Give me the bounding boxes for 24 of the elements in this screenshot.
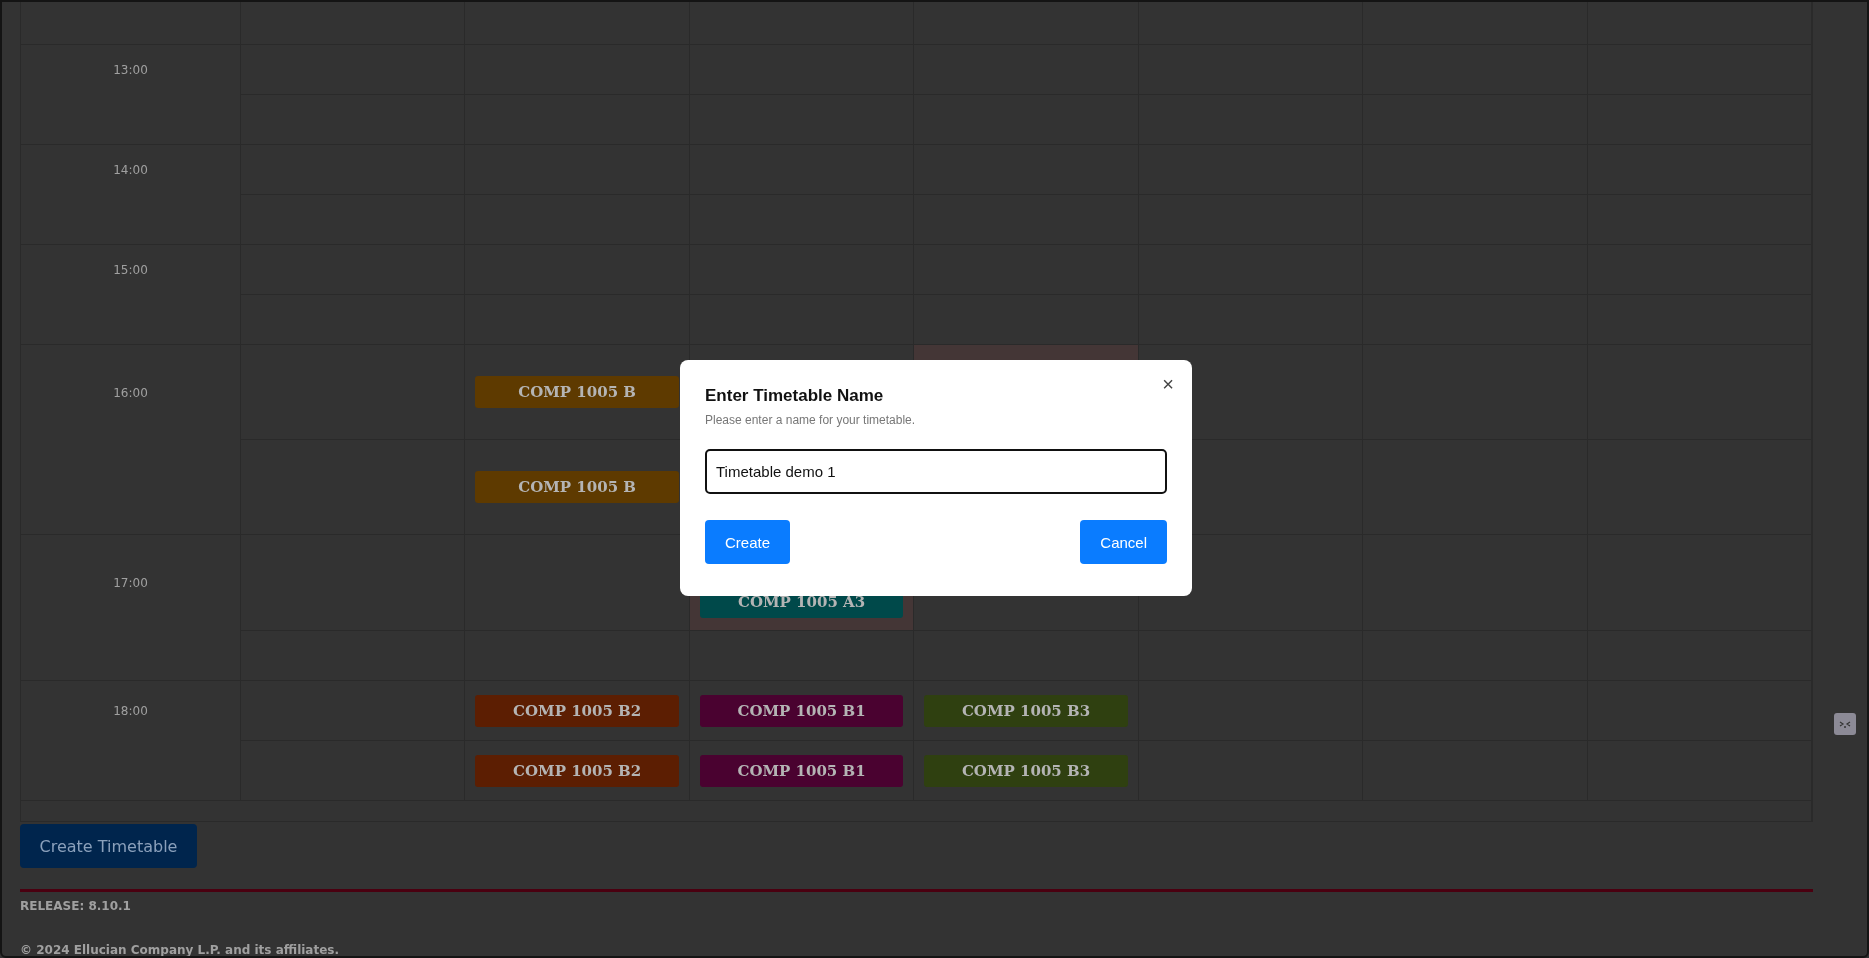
dialog-title: Enter Timetable Name [705, 386, 885, 406]
course-block[interactable]: COMP 1005 B [475, 376, 679, 408]
time-label: 16:00 [113, 385, 148, 400]
time-label: 13:00 [113, 63, 148, 77]
course-block[interactable]: COMP 1005 B3 [924, 694, 1128, 727]
create-timetable-button[interactable]: Create Timetable [20, 824, 197, 868]
timetable-name-field[interactable]: Timetable demo 1 [705, 449, 1167, 494]
course-block[interactable]: COMP 1005 B3 [924, 754, 1128, 787]
create-button[interactable]: Create [705, 520, 791, 564]
course-block[interactable]: COMP 1005 B2 [475, 694, 679, 727]
course-block[interactable]: COMP 1005 B [475, 471, 679, 503]
release-version: RELEASE: 8.10.1 [20, 899, 132, 913]
course-block[interactable]: COMP 1005 B2 [475, 754, 679, 787]
time-label: 17:00 [113, 576, 148, 590]
time-label: 15:00 [113, 263, 148, 277]
time-label: 18:00 [113, 704, 148, 718]
cancel-button[interactable]: Cancel [1080, 520, 1167, 564]
time-label: 14:00 [113, 163, 148, 177]
course-block[interactable]: COMP 1005 B1 [699, 754, 904, 787]
widget-icon[interactable] [1834, 713, 1856, 735]
copyright-text: © 2024 Ellucian Company L.P. and its affiliates. [20, 943, 341, 956]
dialog-subtitle: Please enter a name for your timetable. [705, 413, 917, 427]
course-block[interactable]: COMP 1005 B1 [699, 694, 904, 727]
close-button[interactable]: × [1158, 374, 1178, 394]
